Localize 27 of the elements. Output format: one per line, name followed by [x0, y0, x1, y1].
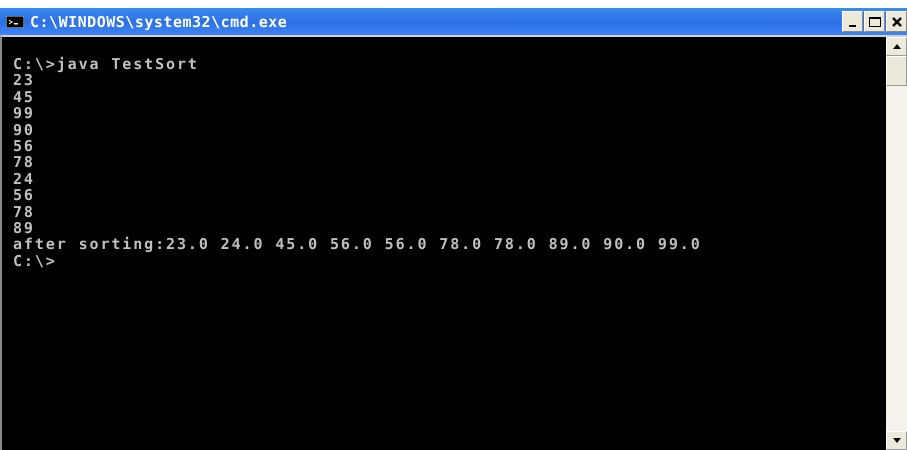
console-line: 78 [13, 204, 36, 220]
console-line: 24 [13, 170, 36, 188]
console-line: 56 [13, 187, 36, 204]
maximize-button[interactable] [864, 11, 885, 32]
maximize-icon [868, 16, 880, 26]
close-button[interactable] [886, 11, 907, 32]
close-icon [892, 16, 902, 26]
down-arrow-icon [892, 438, 900, 443]
scrollbar[interactable] [886, 37, 907, 450]
console-line: 56 [13, 138, 36, 154]
console-line: C:\>java TestSort [13, 56, 200, 72]
console-line: 90 [13, 122, 36, 138]
scroll-thumb[interactable] [886, 56, 907, 86]
minimize-button[interactable] [842, 11, 863, 32]
console-line: 23 [13, 72, 35, 89]
window-title: C:\WINDOWS\system32\cmd.exe [30, 12, 288, 30]
console-line: after sorting:23.0 24.0 45.0 56.0 56.0 78.0 78.0 89.0 90.0 99.0 [13, 236, 703, 253]
scroll-up-button[interactable] [886, 37, 907, 56]
scroll-down-button[interactable] [886, 431, 907, 450]
console-line: 99 [13, 105, 36, 122]
console-icon [6, 16, 24, 28]
console-line: 89 [13, 220, 36, 236]
minimize-icon [849, 24, 856, 26]
console-line: 78 [13, 154, 36, 171]
up-arrow-icon [892, 44, 900, 49]
console-line: 45 [13, 88, 36, 106]
console-line: C:\> [13, 252, 58, 270]
